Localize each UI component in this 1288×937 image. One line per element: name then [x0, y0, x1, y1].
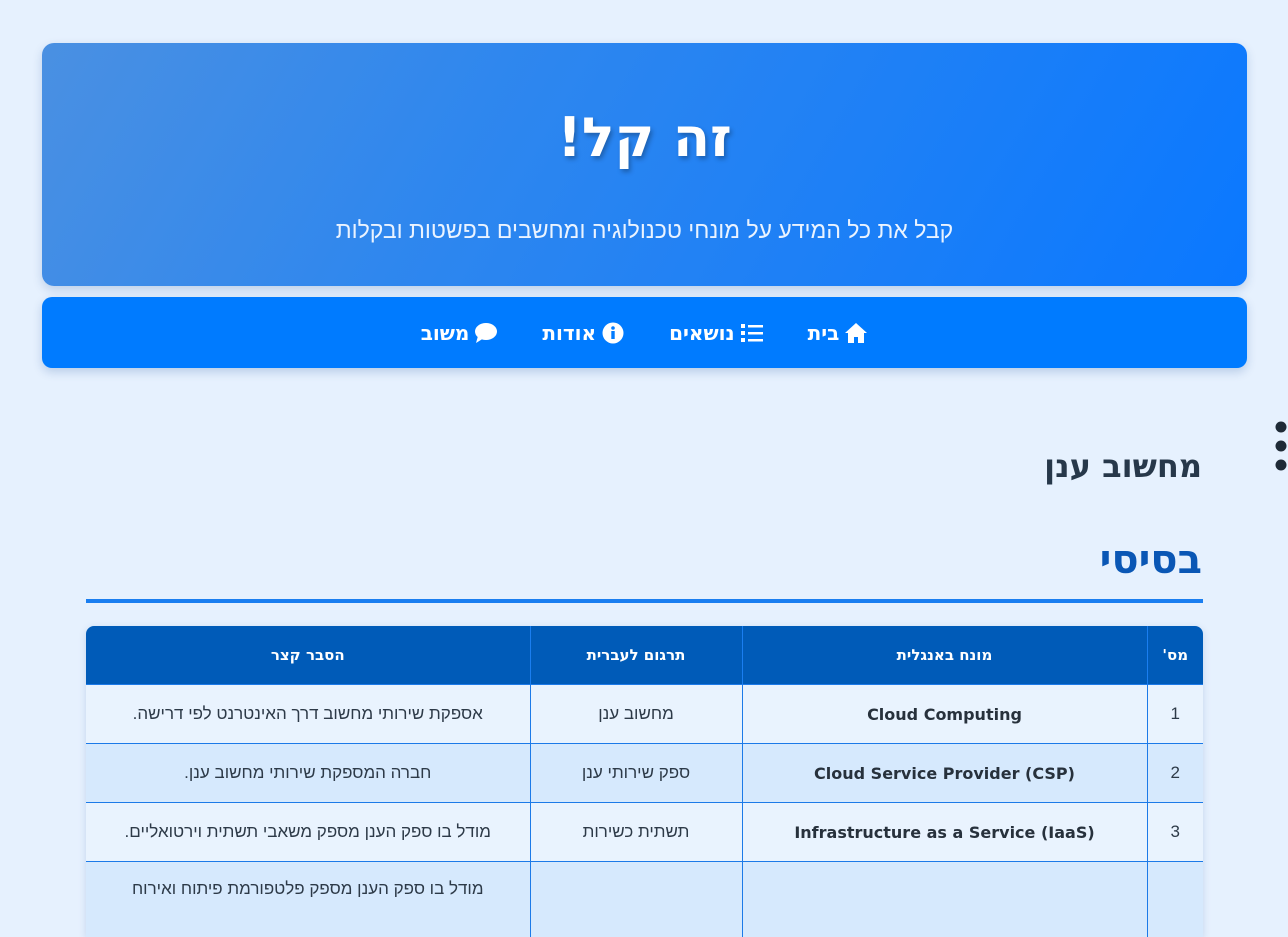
list-icon: [740, 321, 764, 345]
terms-table: מס' מונח באנגלית תרגום לעברית הסבר קצר 1…: [86, 626, 1203, 937]
nav-home[interactable]: בית: [808, 321, 869, 345]
row-english-term: Cloud Service Provider (CSP): [742, 744, 1147, 803]
table-row: 2 Cloud Service Provider (CSP) ספק שירות…: [86, 744, 1203, 803]
header-hebrew-translation: תרגום לעברית: [530, 626, 742, 685]
row-description: מודל בו ספק הענן מספק פלטפורמת פיתוח ואי…: [86, 862, 530, 937]
nav-home-label: בית: [808, 321, 840, 345]
row-number: 1: [1147, 685, 1203, 744]
row-english-term: Cloud Computing: [742, 685, 1147, 744]
section-title: מחשוב ענן: [1044, 444, 1202, 488]
info-circle-icon: [601, 321, 625, 345]
subsection-title: בסיסי: [1100, 532, 1202, 588]
row-hebrew-term: [530, 862, 742, 937]
row-description: אספקת שירותי מחשוב דרך האינטרנט לפי דריש…: [86, 685, 530, 744]
header-english-term: מונח באנגלית: [742, 626, 1147, 685]
site-subtitle: קבל את כל המידע על מונחי טכנולוגיה ומחשב…: [42, 213, 1247, 247]
home-icon: [844, 321, 868, 345]
subsection-divider: [86, 599, 1203, 603]
main-nav: בית נושאים אודות: [42, 297, 1247, 368]
row-english-term: [742, 862, 1147, 937]
table-row: מודל בו ספק הענן מספק פלטפורמת פיתוח ואי…: [86, 862, 1203, 937]
row-hebrew-term: תשתית כשירות: [530, 803, 742, 862]
nav-feedback[interactable]: משוב: [421, 321, 499, 345]
nav-about[interactable]: אודות: [542, 321, 625, 345]
table-row: 1 Cloud Computing מחשוב ענן אספקת שירותי…: [86, 685, 1203, 744]
comment-icon: [474, 321, 498, 345]
nav-about-label: אודות: [542, 321, 596, 345]
nav-topics[interactable]: נושאים: [669, 321, 763, 345]
row-number: 2: [1147, 744, 1203, 803]
more-options-icon[interactable]: [1274, 420, 1288, 472]
row-description: חברה המספקת שירותי מחשוב ענן.: [86, 744, 530, 803]
row-hebrew-term: ספק שירותי ענן: [530, 744, 742, 803]
row-hebrew-term: מחשוב ענן: [530, 685, 742, 744]
row-number: [1147, 862, 1203, 937]
table-header-row: מס' מונח באנגלית תרגום לעברית הסבר קצר: [86, 626, 1203, 685]
header-number: מס': [1147, 626, 1203, 685]
row-description: מודל בו ספק הענן מספק משאבי תשתית וירטוא…: [86, 803, 530, 862]
header-short-explanation: הסבר קצר: [86, 626, 530, 685]
nav-feedback-label: משוב: [421, 321, 470, 345]
site-title: זה קל!: [42, 103, 1247, 173]
nav-topics-label: נושאים: [669, 321, 734, 345]
hero-banner: זה קל! קבל את כל המידע על מונחי טכנולוגי…: [42, 43, 1247, 286]
row-number: 3: [1147, 803, 1203, 862]
row-english-term: Infrastructure as a Service (IaaS): [742, 803, 1147, 862]
table-row: 3 Infrastructure as a Service (IaaS) תשת…: [86, 803, 1203, 862]
